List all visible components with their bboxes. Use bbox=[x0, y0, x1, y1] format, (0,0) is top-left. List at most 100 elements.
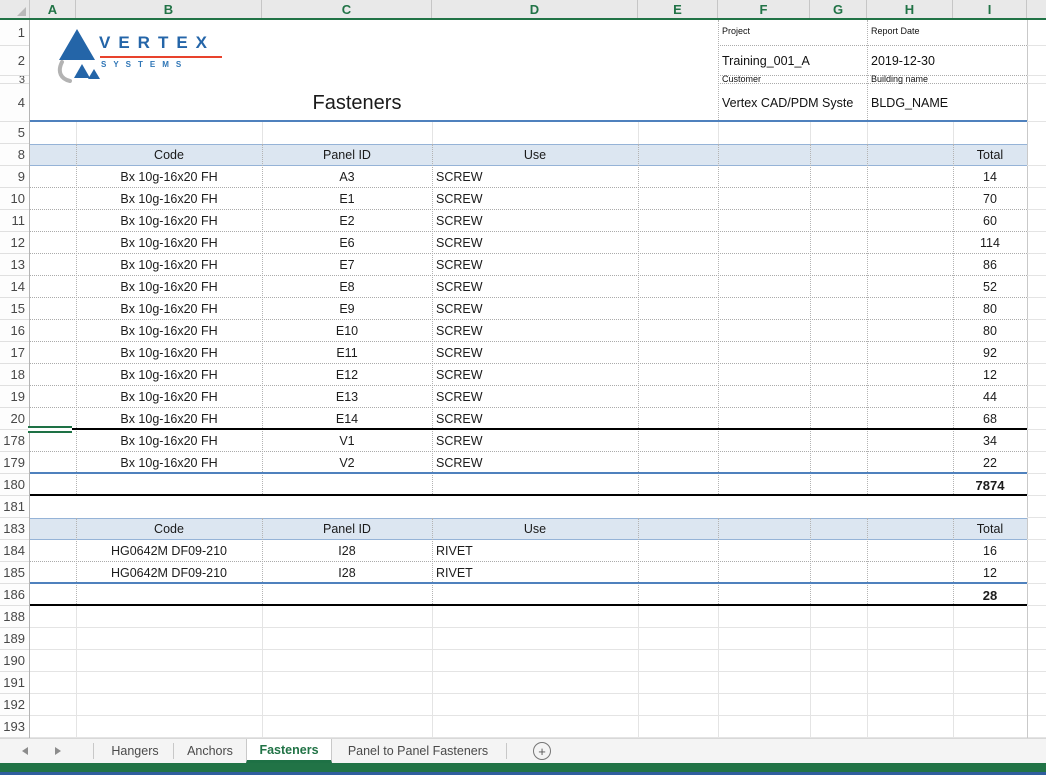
row-header[interactable]: 13 bbox=[0, 254, 29, 276]
row-header[interactable]: 5 bbox=[0, 122, 29, 144]
row-header[interactable]: 2 bbox=[0, 46, 29, 76]
cell-panel-id[interactable]: E13 bbox=[262, 386, 432, 408]
cell-code[interactable]: HG0642M DF09-210 bbox=[76, 562, 262, 584]
cell-panel-id[interactable]: E14 bbox=[262, 408, 432, 430]
cell-panel-id[interactable]: E7 bbox=[262, 254, 432, 276]
cell-use[interactable]: SCREW bbox=[432, 408, 638, 430]
table2-header-use[interactable]: Use bbox=[432, 519, 638, 539]
tab-panel-to-panel-fasteners[interactable]: Panel to Panel Fasteners bbox=[332, 739, 504, 763]
cell-total[interactable]: 14 bbox=[953, 166, 1027, 188]
cell-panel-id[interactable]: E1 bbox=[262, 188, 432, 210]
cell-total[interactable]: 70 bbox=[953, 188, 1027, 210]
cell-use[interactable]: SCREW bbox=[432, 452, 638, 474]
cell-code[interactable]: Bx 10g-16x20 FH bbox=[76, 210, 262, 232]
row-header[interactable]: 181 bbox=[0, 496, 29, 518]
row-header[interactable]: 189 bbox=[0, 628, 29, 650]
cell-code[interactable]: Bx 10g-16x20 FH bbox=[76, 342, 262, 364]
row-header[interactable]: 180 bbox=[0, 474, 29, 496]
cell-total[interactable]: 34 bbox=[953, 430, 1027, 452]
cell-code[interactable]: Bx 10g-16x20 FH bbox=[76, 408, 262, 430]
cell-panel-id[interactable]: A3 bbox=[262, 166, 432, 188]
tab-scroll-left-icon[interactable] bbox=[22, 747, 28, 755]
cell-total[interactable]: 68 bbox=[953, 408, 1027, 430]
row-header[interactable]: 193 bbox=[0, 716, 29, 738]
row-header[interactable]: 188 bbox=[0, 606, 29, 628]
table1-header-total[interactable]: Total bbox=[953, 145, 1027, 165]
row-header[interactable]: 4 bbox=[0, 84, 29, 122]
row-header[interactable]: 18 bbox=[0, 364, 29, 386]
select-all-button[interactable] bbox=[0, 0, 30, 18]
cell-use[interactable]: SCREW bbox=[432, 386, 638, 408]
row-header[interactable]: 184 bbox=[0, 540, 29, 562]
row-header[interactable]: 12 bbox=[0, 232, 29, 254]
cell-code[interactable]: Bx 10g-16x20 FH bbox=[76, 364, 262, 386]
cell-code[interactable]: Bx 10g-16x20 FH bbox=[76, 166, 262, 188]
tab-anchors[interactable]: Anchors bbox=[178, 739, 242, 763]
table2-header-panel-id[interactable]: Panel ID bbox=[262, 519, 432, 539]
column-header-a[interactable]: A bbox=[30, 0, 76, 18]
cell-use[interactable]: SCREW bbox=[432, 364, 638, 386]
column-header-d[interactable]: D bbox=[432, 0, 638, 18]
cell-total[interactable]: 52 bbox=[953, 276, 1027, 298]
row-header[interactable]: 17 bbox=[0, 342, 29, 364]
column-header-i[interactable]: I bbox=[953, 0, 1027, 18]
column-header-e[interactable]: E bbox=[638, 0, 718, 18]
cell-grand-total[interactable]: 28 bbox=[953, 584, 1027, 606]
cell-code[interactable]: Bx 10g-16x20 FH bbox=[76, 232, 262, 254]
row-header[interactable]: 179 bbox=[0, 452, 29, 474]
row-header[interactable]: 8 bbox=[0, 144, 29, 166]
row-header[interactable]: 190 bbox=[0, 650, 29, 672]
report-title-cell[interactable]: Fasteners bbox=[76, 86, 638, 120]
cell-use[interactable]: SCREW bbox=[432, 276, 638, 298]
column-header-h[interactable]: H bbox=[867, 0, 953, 18]
cell-use[interactable]: SCREW bbox=[432, 166, 638, 188]
row-header[interactable]: 11 bbox=[0, 210, 29, 232]
column-header-g[interactable]: G bbox=[810, 0, 867, 18]
cell-use[interactable]: SCREW bbox=[432, 298, 638, 320]
cell-panel-id[interactable]: E9 bbox=[262, 298, 432, 320]
cell-use[interactable]: SCREW bbox=[432, 430, 638, 452]
row-header[interactable]: 185 bbox=[0, 562, 29, 584]
cell-panel-id[interactable]: E2 bbox=[262, 210, 432, 232]
row-header[interactable]: 3 bbox=[0, 76, 29, 84]
project-value[interactable]: Training_001_A bbox=[722, 46, 810, 76]
cell-panel-id[interactable]: E12 bbox=[262, 364, 432, 386]
cell-code[interactable]: Bx 10g-16x20 FH bbox=[76, 276, 262, 298]
cell-code[interactable]: Bx 10g-16x20 FH bbox=[76, 188, 262, 210]
row-header[interactable]: 16 bbox=[0, 320, 29, 342]
cell-code[interactable]: Bx 10g-16x20 FH bbox=[76, 254, 262, 276]
cell-panel-id[interactable]: E10 bbox=[262, 320, 432, 342]
row-header[interactable]: 183 bbox=[0, 518, 29, 540]
cell-total[interactable]: 80 bbox=[953, 320, 1027, 342]
cell-total[interactable]: 16 bbox=[953, 540, 1027, 562]
cell-panel-id[interactable]: V1 bbox=[262, 430, 432, 452]
cell-use[interactable]: SCREW bbox=[432, 210, 638, 232]
tab-scroll-right-icon[interactable] bbox=[55, 747, 61, 755]
cell-total[interactable]: 44 bbox=[953, 386, 1027, 408]
row-header[interactable]: 19 bbox=[0, 386, 29, 408]
cell-total[interactable]: 114 bbox=[953, 232, 1027, 254]
cell-total[interactable]: 12 bbox=[953, 562, 1027, 584]
table1-header-code[interactable]: Code bbox=[76, 145, 262, 165]
row-header[interactable]: 178 bbox=[0, 430, 29, 452]
table1-header-panel-id[interactable]: Panel ID bbox=[262, 145, 432, 165]
column-header-f[interactable]: F bbox=[718, 0, 810, 18]
cell-use[interactable]: SCREW bbox=[432, 188, 638, 210]
cell-use[interactable]: SCREW bbox=[432, 320, 638, 342]
new-sheet-button[interactable]: + bbox=[533, 742, 551, 760]
table2-header-total[interactable]: Total bbox=[953, 519, 1027, 539]
cell-panel-id[interactable]: I28 bbox=[262, 562, 432, 584]
cell-use[interactable]: RIVET bbox=[432, 540, 638, 562]
cell-total[interactable]: 22 bbox=[953, 452, 1027, 474]
row-header[interactable]: 9 bbox=[0, 166, 29, 188]
row-header[interactable]: 10 bbox=[0, 188, 29, 210]
row-header[interactable]: 192 bbox=[0, 694, 29, 716]
row-header[interactable]: 1 bbox=[0, 20, 29, 46]
customer-value[interactable]: Vertex CAD/PDM Syste bbox=[722, 88, 867, 118]
cell-total[interactable]: 80 bbox=[953, 298, 1027, 320]
report-date-value[interactable]: 2019-12-30 bbox=[871, 46, 935, 76]
cell-panel-id[interactable]: E8 bbox=[262, 276, 432, 298]
cell-code[interactable]: Bx 10g-16x20 FH bbox=[76, 320, 262, 342]
cell-total[interactable]: 86 bbox=[953, 254, 1027, 276]
row-header[interactable]: 191 bbox=[0, 672, 29, 694]
